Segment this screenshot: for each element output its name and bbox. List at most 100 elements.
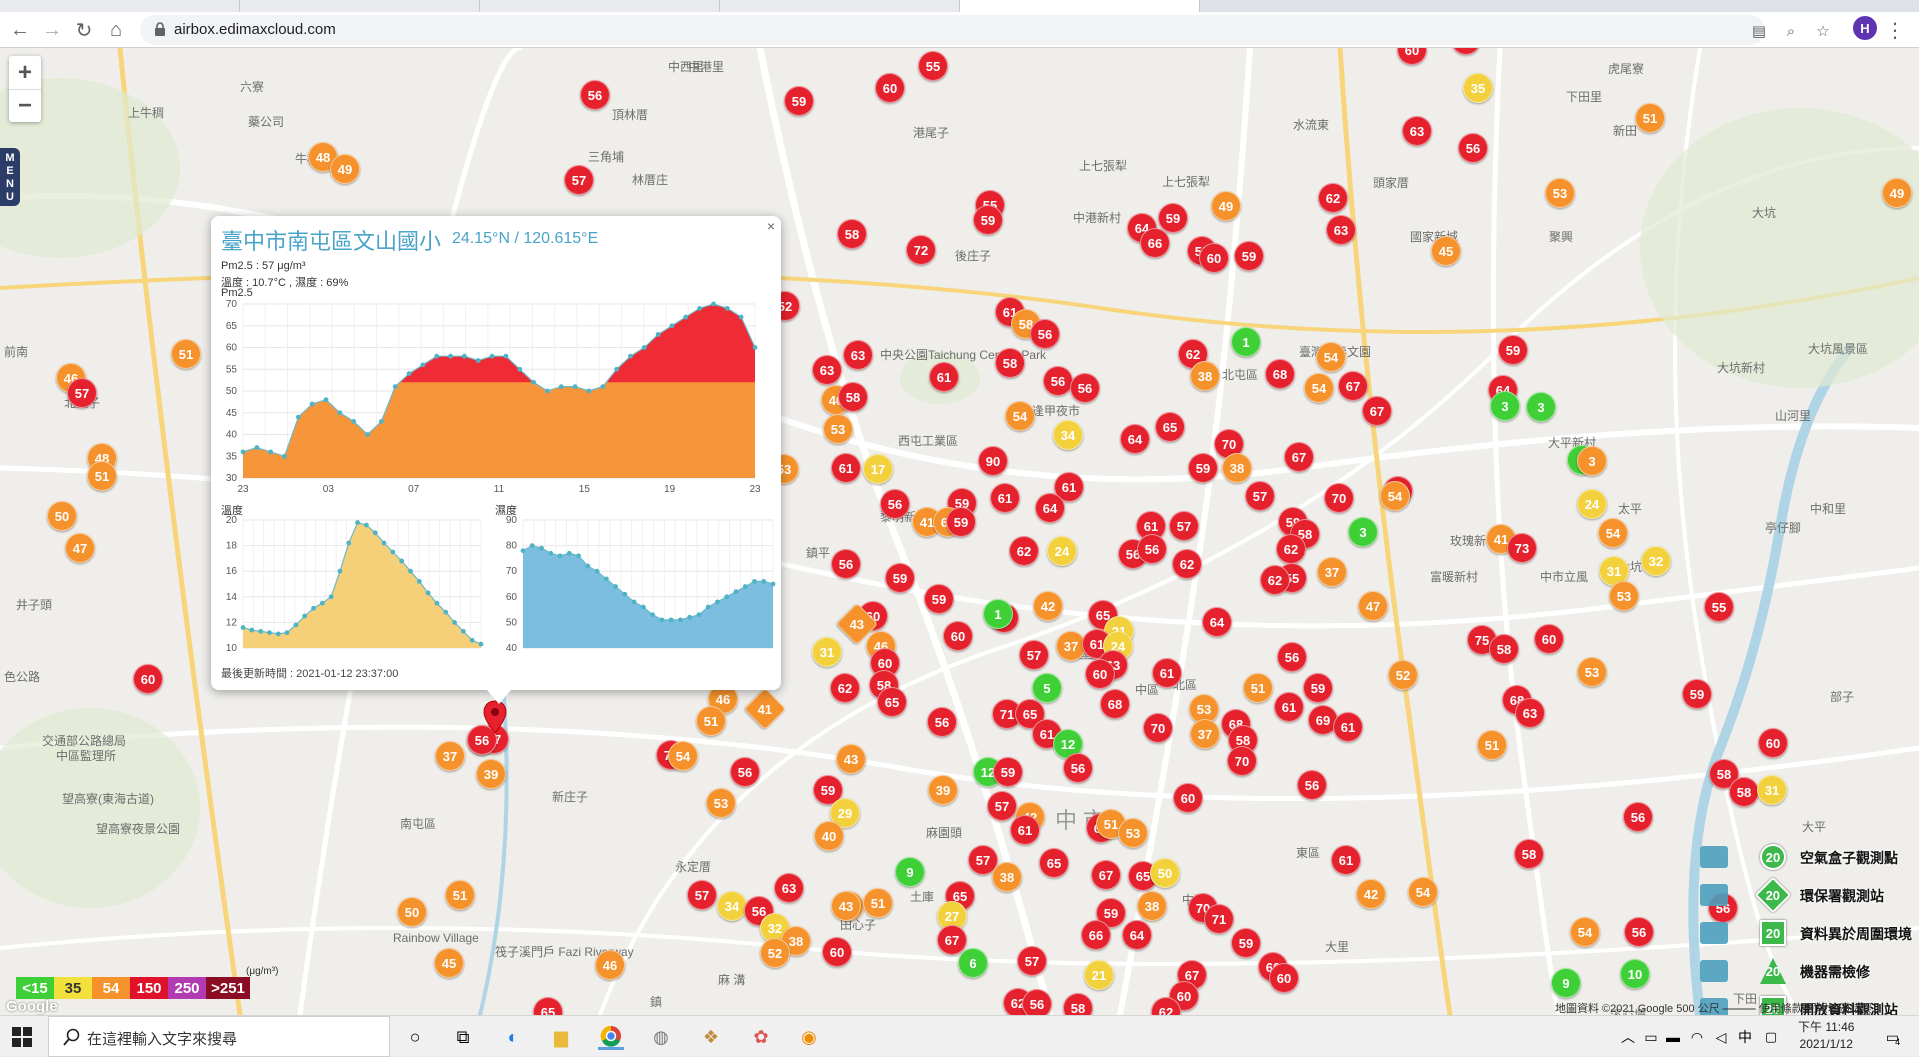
map-canvas[interactable]: 六寮上牛稠頂林厝中港里三角埔林厝庄中西里港尾子牛稠坑上七張犁上七張犁水流東下田里… xyxy=(0,48,1919,1015)
ime-indicator[interactable]: 中 xyxy=(1732,1024,1758,1050)
airbox-marker[interactable]: 59 xyxy=(1231,928,1261,958)
translate-icon[interactable]: ▤ xyxy=(1748,20,1770,42)
airbox-marker[interactable]: 59 xyxy=(885,563,915,593)
menu-tab-button[interactable]: MENU xyxy=(0,148,20,206)
airbox-marker[interactable]: 68 xyxy=(1265,359,1295,389)
airbox-marker[interactable]: 39 xyxy=(928,775,958,805)
airbox-marker[interactable]: 56 xyxy=(1070,373,1100,403)
airbox-marker[interactable]: 59 xyxy=(1498,335,1528,365)
airbox-marker[interactable]: 54 xyxy=(1408,877,1438,907)
airbox-marker[interactable]: 56 xyxy=(1277,642,1307,672)
legend-label[interactable]: 資料異於周圍環境 xyxy=(1800,924,1912,944)
url-text[interactable]: airbox.edimaxcloud.com xyxy=(174,21,336,38)
airbox-marker[interactable]: 60 xyxy=(822,937,852,967)
airbox-marker[interactable]: 57 xyxy=(987,791,1017,821)
airbox-marker[interactable]: 56 xyxy=(730,757,760,787)
airbox-marker[interactable]: 37 xyxy=(435,741,465,771)
airbox-marker[interactable]: 66 xyxy=(1081,920,1111,950)
airbox-marker[interactable]: 61 xyxy=(831,453,861,483)
app-icon[interactable]: ❖ xyxy=(698,1024,724,1050)
airbox-marker[interactable]: 58 xyxy=(1729,777,1759,807)
airbox-marker[interactable]: 54 xyxy=(1316,342,1346,372)
wifi-icon[interactable]: ◠ xyxy=(1684,1024,1710,1050)
airbox-marker[interactable]: 45 xyxy=(1431,236,1461,266)
profile-avatar[interactable]: H xyxy=(1853,16,1877,40)
airbox-marker[interactable]: 56 xyxy=(831,549,861,579)
airbox-marker[interactable]: 61 xyxy=(929,362,959,392)
airbox-marker[interactable]: 60 xyxy=(875,73,905,103)
address-bar[interactable]: airbox.edimaxcloud.com ▤ ⌕ ☆ xyxy=(140,15,1830,45)
airbox-marker[interactable]: 64 xyxy=(1202,607,1232,637)
airbox-marker[interactable]: 71 xyxy=(1204,904,1234,934)
airbox-marker[interactable]: 58 xyxy=(1514,839,1544,869)
zoom-out-button[interactable]: − xyxy=(9,89,41,122)
airbox-marker[interactable]: 60 xyxy=(943,621,973,651)
zoom-in-button[interactable]: + xyxy=(9,56,41,89)
airbox-marker[interactable]: 17 xyxy=(863,454,893,484)
airbox-marker[interactable]: 51 xyxy=(863,888,893,918)
airbox-marker[interactable]: 42 xyxy=(1356,879,1386,909)
airbox-marker[interactable]: 59 xyxy=(1158,203,1188,233)
airbox-marker[interactable]: 35 xyxy=(1463,73,1493,103)
edge-browser-icon[interactable]: ◐ xyxy=(500,1024,526,1050)
airbox-marker[interactable]: 72 xyxy=(906,235,936,265)
airbox-marker[interactable]: 61 xyxy=(1274,692,1304,722)
legend-label[interactable]: 環保署觀測站 xyxy=(1800,886,1884,906)
airbox-marker[interactable]: 59 xyxy=(924,584,954,614)
taskbar-search-box[interactable]: 在這裡輸入文字來搜尋 xyxy=(48,1016,390,1057)
airbox-marker[interactable]: 60 xyxy=(1269,963,1299,993)
airbox-marker[interactable]: 60 xyxy=(1173,783,1203,813)
airbox-marker[interactable]: 31 xyxy=(1757,775,1787,805)
airbox-marker[interactable]: 53 xyxy=(1545,178,1575,208)
airbox-marker[interactable]: 67 xyxy=(1338,371,1368,401)
home-icon[interactable]: ⌂ xyxy=(102,16,130,44)
airbox-marker[interactable]: 9 xyxy=(895,857,925,887)
airbox-marker[interactable]: 57 xyxy=(67,378,97,408)
airbox-marker[interactable]: 90 xyxy=(978,446,1008,476)
airbox-marker[interactable]: 66 xyxy=(1140,228,1170,258)
airbox-marker[interactable]: 61 xyxy=(990,483,1020,513)
legend-label[interactable]: 機器需檢修 xyxy=(1800,962,1870,982)
airbox-marker[interactable]: 60 xyxy=(1199,243,1229,273)
airbox-marker[interactable]: 53 xyxy=(823,414,853,444)
airbox-marker[interactable]: 51 xyxy=(1477,730,1507,760)
airbox-marker[interactable]: 49 xyxy=(1882,178,1912,208)
forward-arrow-icon[interactable]: → xyxy=(38,16,66,44)
airbox-marker[interactable]: 62 xyxy=(1009,536,1039,566)
file-explorer-icon[interactable]: ▆ xyxy=(548,1024,574,1050)
airbox-marker[interactable]: 59 xyxy=(1234,241,1264,271)
airbox-marker[interactable]: 59 xyxy=(1682,679,1712,709)
windows-start-icon[interactable] xyxy=(12,1027,32,1047)
airbox-marker[interactable]: 59 xyxy=(1303,673,1333,703)
notification-icon[interactable]: ▭ 4 xyxy=(1880,1024,1906,1050)
airbox-marker[interactable]: 60 xyxy=(1758,728,1788,758)
airbox-marker[interactable]: 5 xyxy=(1032,673,1062,703)
airbox-marker[interactable]: 73 xyxy=(1507,533,1537,563)
browser-tab[interactable] xyxy=(240,0,480,12)
airbox-marker[interactable]: 56 xyxy=(880,489,910,519)
airbox-marker[interactable]: 65 xyxy=(877,687,907,717)
airbox-marker[interactable]: 53 xyxy=(1609,581,1639,611)
airbox-marker[interactable]: 54 xyxy=(1380,481,1410,511)
airbox-marker[interactable]: 51 xyxy=(445,880,475,910)
airbox-marker[interactable]: 59 xyxy=(1188,453,1218,483)
airbox-marker[interactable]: 70 xyxy=(1227,746,1257,776)
browser-tab[interactable] xyxy=(480,0,720,12)
airbox-marker[interactable]: 47 xyxy=(1358,591,1388,621)
airbox-marker[interactable]: 56 xyxy=(1022,989,1052,1015)
airbox-marker[interactable]: 6 xyxy=(958,948,988,978)
airbox-marker[interactable]: 67 xyxy=(1091,860,1121,890)
blender-icon[interactable]: ◉ xyxy=(796,1024,822,1050)
airbox-marker[interactable]: 50 xyxy=(1150,858,1180,888)
airbox-marker[interactable]: 56 xyxy=(1297,770,1327,800)
airbox-marker[interactable]: 70 xyxy=(1143,713,1173,743)
airbox-marker[interactable]: 47 xyxy=(65,533,95,563)
airbox-marker[interactable]: 49 xyxy=(1211,191,1241,221)
airbox-marker[interactable]: 65 xyxy=(1039,848,1069,878)
airbox-marker[interactable]: 54 xyxy=(1005,401,1035,431)
airbox-marker[interactable]: 65 xyxy=(1155,412,1185,442)
airbox-marker[interactable]: 67 xyxy=(1362,396,1392,426)
airbox-marker[interactable]: 56 xyxy=(1063,753,1093,783)
airbox-marker[interactable]: 1 xyxy=(983,599,1013,629)
airbox-marker[interactable]: 46 xyxy=(595,950,625,980)
